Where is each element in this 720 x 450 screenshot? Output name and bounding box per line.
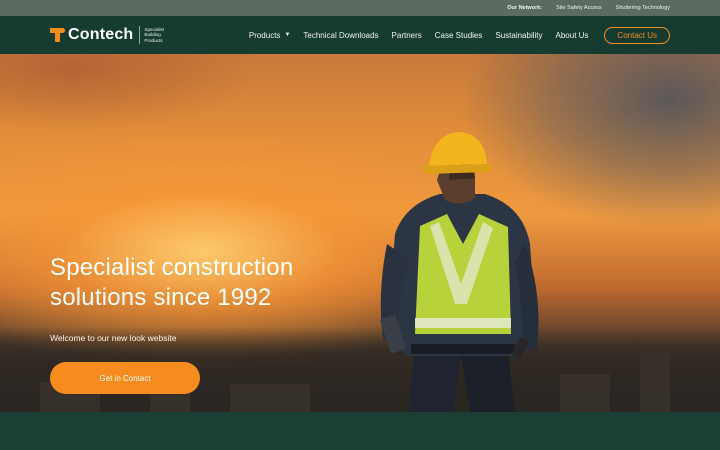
hero-cloud — [0, 54, 360, 194]
brand-name: Contech — [68, 26, 134, 43]
hero-text-block: Specialist construction solutions since … — [50, 253, 370, 343]
nav-item-sustainability[interactable]: Sustainability — [495, 31, 542, 40]
nav-item-label: Technical Downloads — [303, 30, 379, 40]
network-link-shuttering-technology[interactable]: Shuttering Technology — [616, 5, 670, 11]
logo-divider — [139, 26, 141, 44]
contact-us-label: Contact Us — [617, 30, 657, 40]
nav-item-technical-downloads[interactable]: Technical Downloads — [303, 31, 378, 40]
network-bar: Our Network: Site Safety Access Shutteri… — [0, 0, 720, 16]
nav-item-case-studies[interactable]: Case Studies — [435, 31, 483, 40]
hero-title-line: solutions since 1992 — [50, 284, 272, 311]
network-link-site-safety-access[interactable]: Site Safety Access — [556, 5, 602, 11]
construction-worker-image — [380, 132, 539, 412]
hero-title-line: Specialist construction — [50, 254, 294, 281]
nav-item-label: Partners — [391, 30, 422, 40]
main-nav: Products ▼ Technical Downloads Partners … — [249, 26, 670, 44]
contact-us-button[interactable]: Contact Us — [604, 26, 670, 44]
nav-item-label: Sustainability — [495, 30, 543, 40]
network-label: Our Network: — [507, 5, 543, 11]
tagline-line: Products — [144, 37, 163, 43]
nav-item-label: Products — [248, 30, 281, 40]
brand-tagline: Specialist Building Products — [144, 27, 174, 43]
nav-item-label: About Us — [555, 30, 589, 40]
site-header: Contech Specialist Building Products Pro… — [0, 16, 720, 54]
nav-item-products[interactable]: Products ▼ — [249, 31, 291, 40]
footer-band — [0, 412, 720, 450]
nav-item-label: Case Studies — [434, 30, 483, 40]
get-in-contact-label: Get in Contact — [99, 373, 151, 383]
hero-banner: Specialist construction solutions since … — [0, 54, 720, 412]
hero-title: Specialist construction solutions since … — [50, 253, 370, 313]
logo-mark-icon — [50, 28, 65, 42]
nav-item-partners[interactable]: Partners — [392, 31, 422, 40]
get-in-contact-button[interactable]: Get in Contact — [50, 362, 200, 394]
hero-subtitle: Welcome to our new look website — [50, 333, 177, 343]
chevron-down-icon: ▼ — [284, 32, 291, 38]
nav-item-about-us[interactable]: About Us — [556, 31, 589, 40]
contech-logo[interactable]: Contech Specialist Building Products — [50, 26, 174, 44]
